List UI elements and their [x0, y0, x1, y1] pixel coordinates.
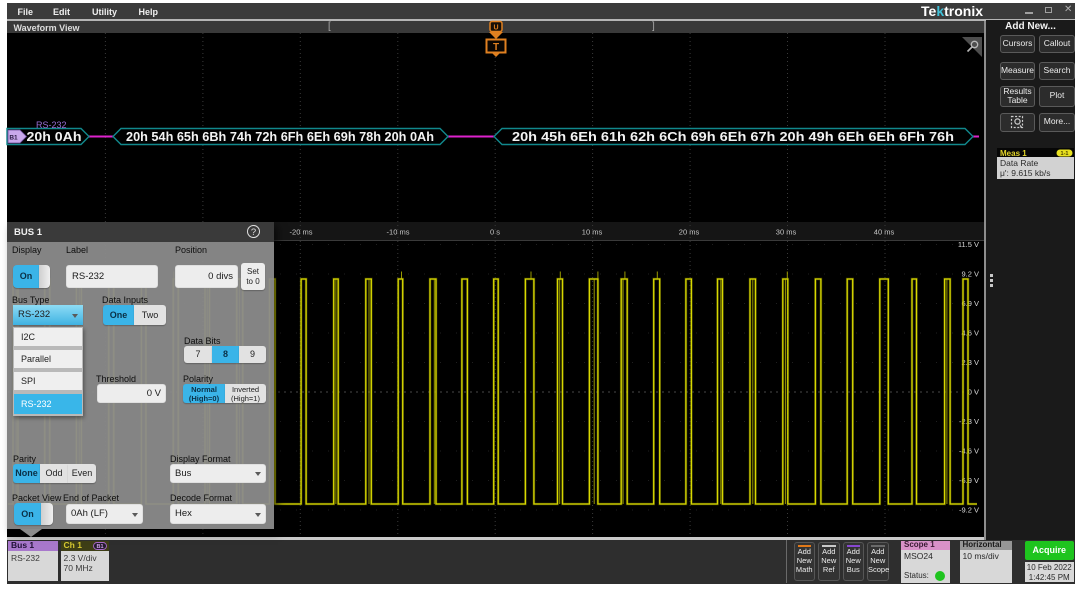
svg-text:20 ms: 20 ms	[679, 228, 700, 237]
svg-text:-10 ms: -10 ms	[387, 228, 410, 237]
svg-text:0 V: 0 V	[968, 388, 979, 397]
svg-text:11.5 V: 11.5 V	[958, 240, 979, 249]
svg-text:20h 54h 65h 6Bh 74h 72h 6Fh 6E: 20h 54h 65h 6Bh 74h 72h 6Fh 6Eh 69h 78h …	[126, 129, 434, 144]
svg-text:30 ms: 30 ms	[776, 228, 797, 237]
svg-text:9.2 V: 9.2 V	[961, 270, 979, 279]
svg-text:40 ms: 40 ms	[874, 228, 895, 237]
svg-text:T: T	[493, 42, 499, 53]
svg-text:U: U	[493, 25, 498, 32]
svg-text:20h 45h 6Eh 61h 62h 6Ch 69h 6E: 20h 45h 6Eh 61h 62h 6Ch 69h 6Eh 67h 20h …	[512, 129, 954, 144]
svg-text:1-1: 1-1	[1061, 151, 1069, 157]
svg-text:B1: B1	[9, 135, 18, 142]
svg-text:10 ms: 10 ms	[582, 228, 603, 237]
svg-text:RS-232: RS-232	[36, 120, 67, 130]
svg-text:B1: B1	[96, 544, 103, 550]
svg-text:0 s: 0 s	[490, 228, 500, 237]
svg-text:-20 ms: -20 ms	[290, 228, 313, 237]
svg-text:-9.2 V: -9.2 V	[959, 506, 979, 515]
svg-text:20h 0Ah: 20h 0Ah	[27, 129, 82, 144]
